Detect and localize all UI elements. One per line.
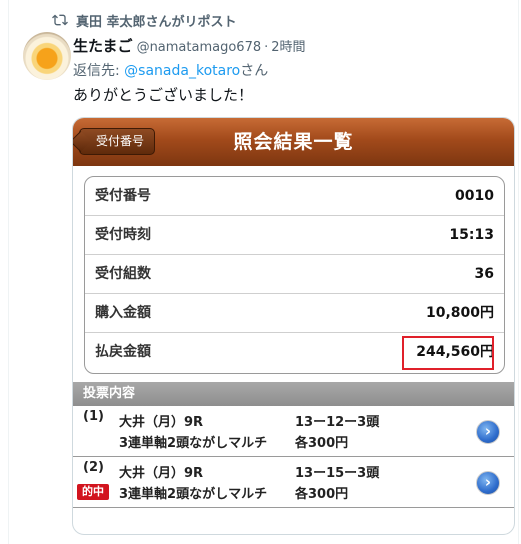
ticket-race: 大井（月）9R xyxy=(119,415,204,430)
separator: · xyxy=(264,40,269,55)
ticket-number: (1) xyxy=(83,409,104,424)
summary-row: 受付番号 0010 xyxy=(85,177,504,216)
reply-suffix: さん xyxy=(240,63,269,79)
timeline-divider xyxy=(8,0,9,544)
summary-table: 受付番号 0010 受付時刻 15:13 受付組数 36 購入金額 10,800… xyxy=(84,176,505,374)
summary-row: 受付時刻 15:13 xyxy=(85,216,504,255)
tweet-header: 生たまご @namatamago678 · 2時間 xyxy=(73,35,306,55)
ticket-row[interactable]: (1) 大井（月）9R 13ー12ー3頭 3連単軸2頭ながしマルチ 各300円 … xyxy=(73,406,514,457)
summary-label: 受付番号 xyxy=(95,188,151,204)
chevron-right-circle-icon[interactable]: › xyxy=(476,420,500,444)
ticket-bet-type: 3連単軸2頭ながしマルチ xyxy=(119,436,268,451)
tweet[interactable]: 真田 幸太郎さんがリポスト 生たまご @namatamago678 · 2時間 … xyxy=(0,0,521,544)
hit-badge: 的中 xyxy=(77,484,109,500)
back-button[interactable]: 受付番号 xyxy=(79,128,156,155)
retweet-indicator[interactable]: 真田 幸太郎さんがリポスト xyxy=(52,10,237,30)
author-handle[interactable]: @namatamago678 xyxy=(137,40,262,55)
avatar[interactable] xyxy=(23,32,71,80)
reply-context: 返信先: @sanada_kotaroさん xyxy=(73,60,268,80)
ticket-amount: 各300円 xyxy=(295,436,349,451)
author-name[interactable]: 生たまご xyxy=(73,35,133,56)
reply-prefix: 返信先: xyxy=(73,63,125,79)
retweet-icon xyxy=(52,14,68,26)
ticket-race: 大井（月）9R xyxy=(119,466,204,481)
ticket-number: (2) xyxy=(83,460,104,475)
summary-row: 払戻金額 244,560円 xyxy=(85,333,504,371)
retweet-label: 真田 幸太郎さんがリポスト xyxy=(76,14,237,30)
timeline-divider xyxy=(518,0,519,544)
ticket-bet-type: 3連単軸2頭ながしマルチ xyxy=(119,487,268,502)
ticket-combination: 13ー15ー3頭 xyxy=(295,466,380,481)
section-header: 投票内容 xyxy=(73,382,514,406)
chevron-right-circle-icon[interactable]: › xyxy=(476,471,500,495)
reply-mention-link[interactable]: @sanada_kotaro xyxy=(124,63,240,79)
summary-row: 受付組数 36 xyxy=(85,255,504,294)
card-header: 照会結果一覧 受付番号 xyxy=(73,118,514,166)
summary-label: 購入金額 xyxy=(95,305,151,321)
timestamp[interactable]: 2時間 xyxy=(271,36,305,55)
summary-value: 10,800円 xyxy=(425,305,494,321)
highlight-box xyxy=(402,336,494,370)
ticket-combination: 13ー12ー3頭 xyxy=(295,415,380,430)
ticket-amount: 各300円 xyxy=(295,487,349,502)
tweet-text: ありがとうございました！ xyxy=(73,86,254,104)
summary-value: 0010 xyxy=(455,188,494,204)
summary-label: 払戻金額 xyxy=(95,344,151,360)
summary-label: 受付組数 xyxy=(95,266,151,282)
summary-label: 受付時刻 xyxy=(95,227,151,243)
summary-value: 15:13 xyxy=(449,227,494,243)
attached-image[interactable]: 照会結果一覧 受付番号 受付番号 0010 受付時刻 15:13 受付組数 36… xyxy=(72,117,515,535)
ticket-row[interactable]: (2) 大井（月）9R 13ー15ー3頭 的中 3連単軸2頭ながしマルチ 各30… xyxy=(73,457,514,508)
summary-row: 購入金額 10,800円 xyxy=(85,294,504,333)
summary-value: 36 xyxy=(474,266,494,282)
